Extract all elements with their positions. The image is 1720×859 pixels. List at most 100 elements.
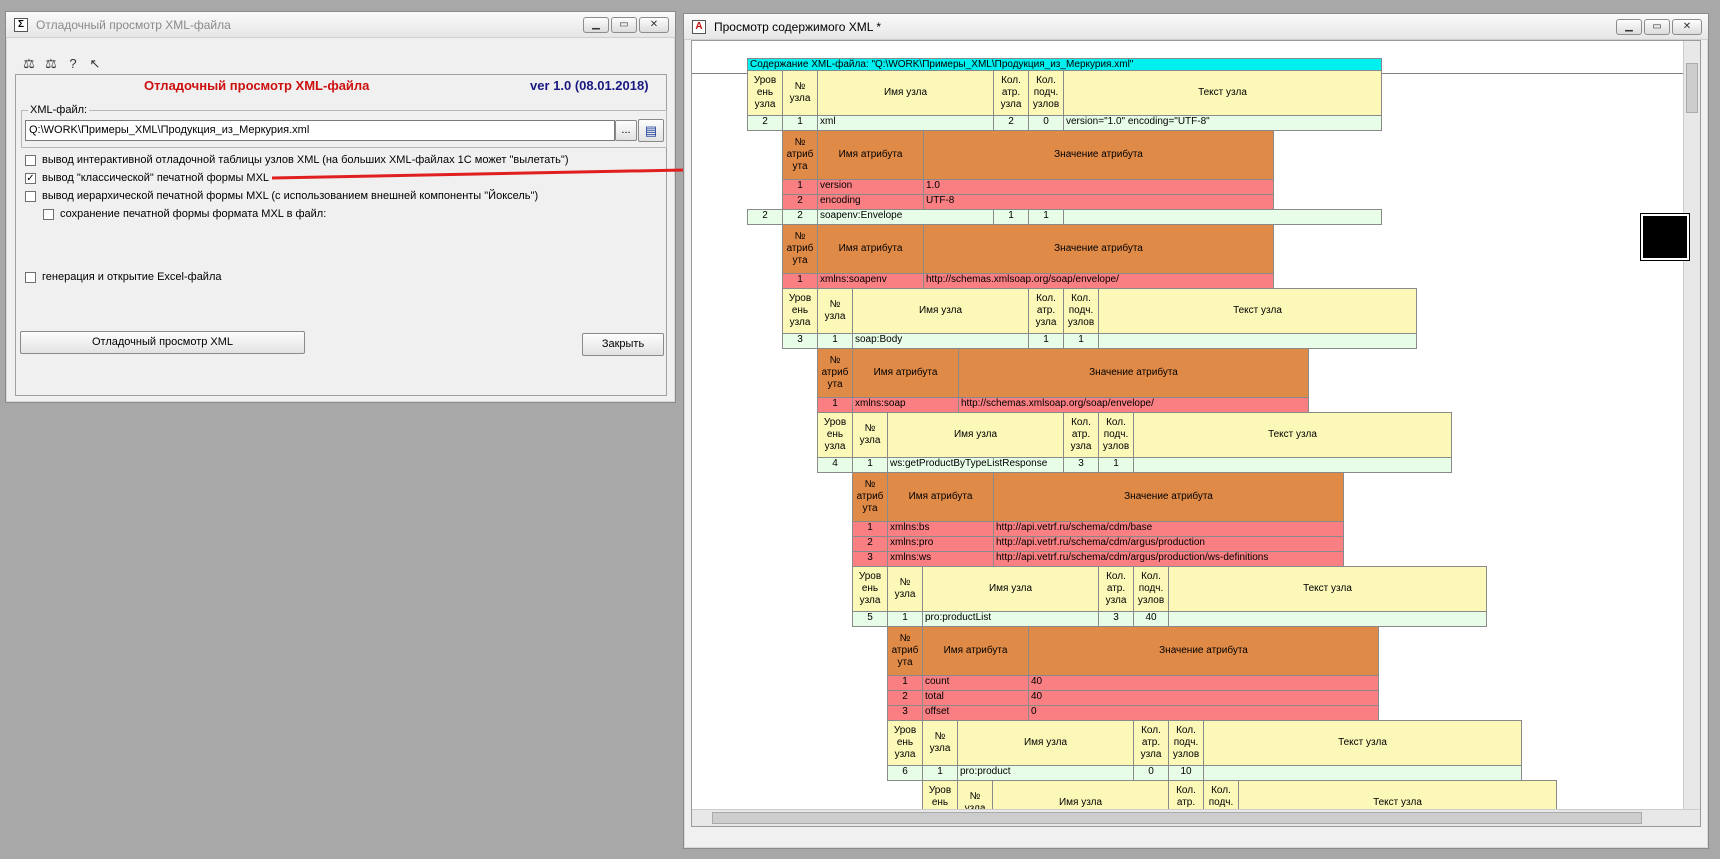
node-row-cell[interactable]: 1: [922, 765, 958, 781]
node-row-cell[interactable]: 0: [1133, 765, 1169, 781]
attribute-column-header[interactable]: Имя атрибута: [922, 626, 1029, 676]
attribute-row-cell[interactable]: 40: [1028, 690, 1379, 706]
node-column-header[interactable]: Кол. атр. узла: [993, 70, 1029, 116]
node-column-header[interactable]: Имя узла: [817, 70, 994, 116]
attribute-row-cell[interactable]: 1: [782, 273, 818, 289]
attribute-row-cell[interactable]: encoding: [817, 194, 924, 210]
node-column-header[interactable]: Кол. подч. узлов: [1098, 412, 1134, 458]
vertical-scrollbar[interactable]: [1683, 41, 1700, 811]
node-column-header[interactable]: Кол. подч. узлов: [1063, 288, 1099, 334]
attribute-row-cell[interactable]: 2: [782, 194, 818, 210]
checkbox-box[interactable]: [25, 190, 36, 202]
attribute-column-header[interactable]: Значение атрибута: [1028, 626, 1379, 676]
checkbox-box[interactable]: [25, 154, 36, 166]
attribute-column-header[interactable]: Имя атрибута: [817, 130, 924, 180]
node-row-cell[interactable]: 5: [852, 611, 888, 627]
checkbox-save-mxl[interactable]: сохранение печатной формы формата MXL в …: [43, 208, 326, 220]
minimize-icon[interactable]: ▁: [1616, 19, 1642, 35]
checkbox-box[interactable]: [25, 271, 36, 283]
node-row-cell[interactable]: 0: [1028, 115, 1064, 131]
attribute-column-header[interactable]: Значение атрибута: [923, 130, 1274, 180]
attribute-row-cell[interactable]: 1.0: [923, 179, 1274, 195]
node-column-header[interactable]: Кол. атр. узла: [1063, 412, 1099, 458]
load-settings-icon[interactable]: ⚖: [42, 55, 60, 73]
node-column-header[interactable]: № узла: [922, 720, 958, 766]
node-row-cell[interactable]: xml: [817, 115, 994, 131]
node-row-cell[interactable]: 4: [817, 457, 853, 473]
xml-viewer-titlebar[interactable]: A Просмотр содержимого XML * ▁ ▭ ✕: [684, 14, 1708, 40]
node-column-header[interactable]: Имя узла: [852, 288, 1029, 334]
checkbox-box[interactable]: [43, 208, 54, 220]
attribute-row-cell[interactable]: xmlns:pro: [887, 536, 994, 552]
attribute-row-cell[interactable]: 2: [852, 536, 888, 552]
open-file-icon[interactable]: ▤: [638, 119, 664, 142]
node-row-cell[interactable]: 1: [782, 115, 818, 131]
node-row-cell[interactable]: soapenv:Envelope: [817, 209, 994, 225]
node-column-header[interactable]: Текст узла: [1203, 720, 1522, 766]
attribute-row-cell[interactable]: 1: [782, 179, 818, 195]
attribute-row-cell[interactable]: http://api.vetrf.ru/schema/cdm/argus/pro…: [993, 551, 1344, 567]
node-row-cell[interactable]: [1063, 209, 1382, 225]
attribute-row-cell[interactable]: 0: [1028, 705, 1379, 721]
checkbox-excel[interactable]: генерация и открытие Excel-файла: [25, 271, 222, 283]
attribute-row-cell[interactable]: count: [922, 675, 1029, 691]
node-row-cell[interactable]: 3: [1063, 457, 1099, 473]
attribute-column-header[interactable]: № атриб ута: [782, 224, 818, 274]
attribute-column-header[interactable]: Имя атрибута: [852, 348, 959, 398]
attribute-column-header[interactable]: № атриб ута: [887, 626, 923, 676]
browse-button[interactable]: ...: [615, 120, 637, 141]
close-icon[interactable]: ✕: [1672, 19, 1702, 35]
node-row-cell[interactable]: 1: [1028, 209, 1064, 225]
attribute-column-header[interactable]: Имя атрибута: [887, 472, 994, 522]
attribute-row-cell[interactable]: 40: [1028, 675, 1379, 691]
node-column-header[interactable]: Кол. атр. узла: [1098, 566, 1134, 612]
node-row-cell[interactable]: 40: [1133, 611, 1169, 627]
checkbox-hierarchical-mxl[interactable]: вывод иерархической печатной формы MXL (…: [25, 190, 538, 202]
attribute-row-cell[interactable]: http://schemas.xmlsoap.org/soap/envelope…: [958, 397, 1309, 413]
checkbox-box-checked[interactable]: ✓: [25, 172, 36, 184]
node-row-cell[interactable]: 1: [1098, 457, 1134, 473]
pointer-help-icon[interactable]: ↖: [86, 55, 104, 73]
attribute-row-cell[interactable]: http://api.vetrf.ru/schema/cdm/base: [993, 521, 1344, 537]
attribute-row-cell[interactable]: http://schemas.xmlsoap.org/soap/envelope…: [923, 273, 1274, 289]
attribute-row-cell[interactable]: 1: [852, 521, 888, 537]
node-row-cell[interactable]: 1: [852, 457, 888, 473]
node-row-cell[interactable]: 1: [817, 333, 853, 349]
attribute-row-cell[interactable]: UTF-8: [923, 194, 1274, 210]
attribute-row-cell[interactable]: 3: [887, 705, 923, 721]
node-row-cell[interactable]: [1203, 765, 1522, 781]
node-row-cell[interactable]: 2: [993, 115, 1029, 131]
maximize-icon[interactable]: ▭: [1644, 19, 1670, 35]
checkbox-interactive-table[interactable]: вывод интерактивной отладочной таблицы у…: [25, 154, 568, 166]
spreadsheet-area[interactable]: Содержание XML-файла: "Q:\WORK\Примеры_X…: [691, 40, 1701, 827]
node-row-cell[interactable]: [1098, 333, 1417, 349]
node-row-cell[interactable]: 2: [747, 209, 783, 225]
close-icon[interactable]: ✕: [639, 17, 669, 33]
node-column-header[interactable]: № узла: [887, 566, 923, 612]
debug-window-titlebar[interactable]: Σ Отладочный просмотр XML-файла ▁ ▭ ✕: [6, 12, 675, 38]
node-column-header[interactable]: Кол. подч. узлов: [1028, 70, 1064, 116]
attribute-column-header[interactable]: Имя атрибута: [817, 224, 924, 274]
node-row-cell[interactable]: 6: [887, 765, 923, 781]
xml-file-path-input[interactable]: Q:\WORK\Примеры_XML\Продукция_из_Меркури…: [25, 120, 615, 141]
node-row-cell[interactable]: 1: [887, 611, 923, 627]
attribute-row-cell[interactable]: xmlns:bs: [887, 521, 994, 537]
attribute-row-cell[interactable]: offset: [922, 705, 1029, 721]
attribute-row-cell[interactable]: 1: [817, 397, 853, 413]
node-column-header[interactable]: Имя узла: [957, 720, 1134, 766]
attribute-column-header[interactable]: Значение атрибута: [993, 472, 1344, 522]
attribute-row-cell[interactable]: version: [817, 179, 924, 195]
run-debug-view-button[interactable]: Отладочный просмотр XML: [20, 331, 305, 354]
node-column-header[interactable]: Уров ень узла: [817, 412, 853, 458]
node-row-cell[interactable]: 1: [1028, 333, 1064, 349]
node-column-header[interactable]: Имя узла: [922, 566, 1099, 612]
node-row-cell[interactable]: soap:Body: [852, 333, 1029, 349]
checkbox-classic-mxl[interactable]: ✓ вывод "классической" печатной формы MX…: [25, 172, 269, 184]
node-row-cell[interactable]: ws:getProductByTypeListResponse: [887, 457, 1064, 473]
node-row-cell[interactable]: [1168, 611, 1487, 627]
node-column-header[interactable]: № узла: [817, 288, 853, 334]
node-column-header[interactable]: Текст узла: [1098, 288, 1417, 334]
attribute-column-header[interactable]: Значение атрибута: [958, 348, 1309, 398]
attribute-row-cell[interactable]: 1: [887, 675, 923, 691]
node-column-header[interactable]: Текст узла: [1133, 412, 1452, 458]
